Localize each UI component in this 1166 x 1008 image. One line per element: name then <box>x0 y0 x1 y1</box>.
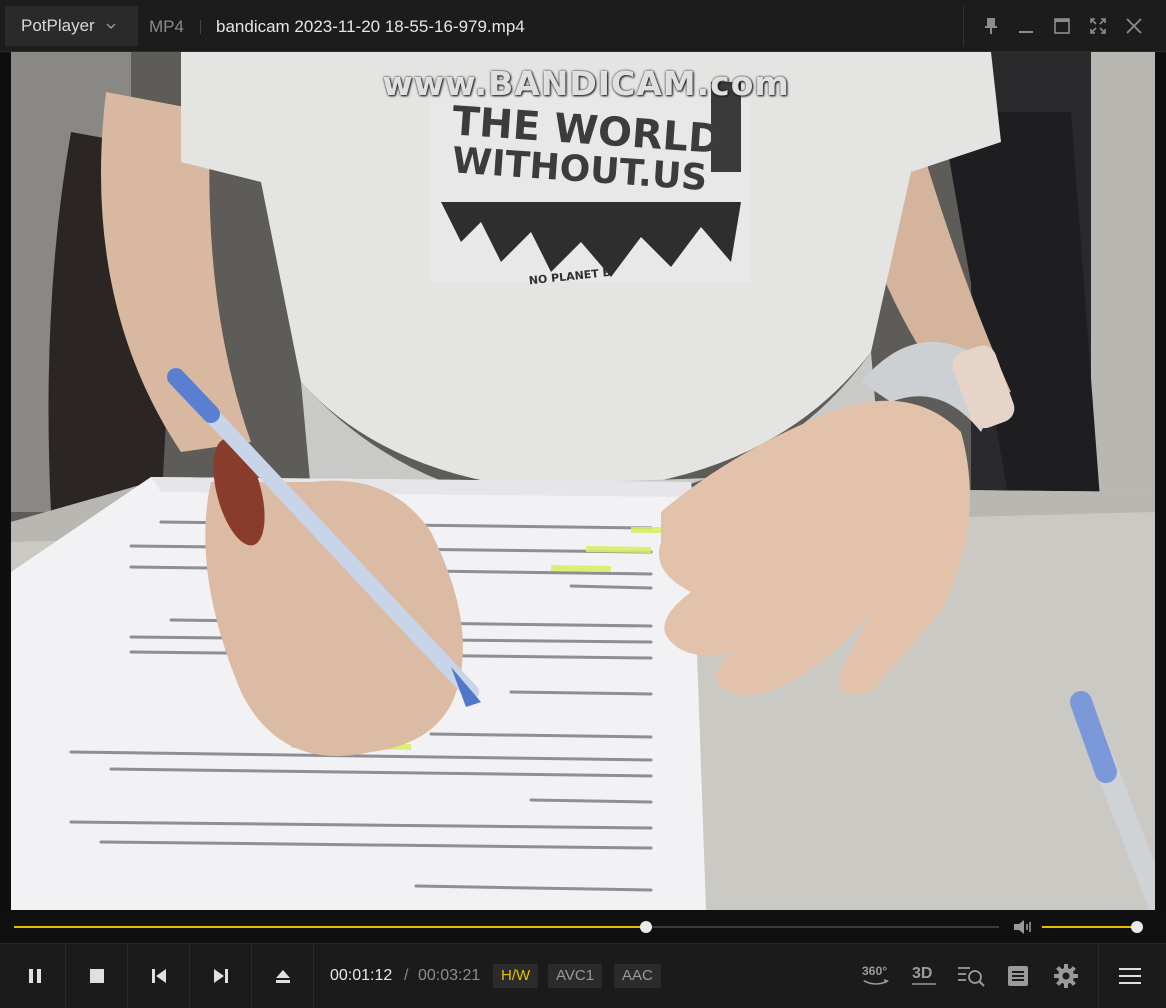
window-controls-divider <box>963 6 964 46</box>
pause-button[interactable] <box>4 944 66 1008</box>
svg-text:360°: 360° <box>862 964 887 978</box>
skip-next-icon <box>213 969 228 983</box>
fullscreen-button[interactable] <box>1084 12 1112 40</box>
previous-button[interactable] <box>128 944 190 1008</box>
stop-icon <box>89 969 104 983</box>
hw-decoder-badge[interactable]: H/W <box>493 964 539 988</box>
playlist-icon <box>1008 966 1028 986</box>
menu-divider <box>1098 944 1099 1008</box>
search-subtitle-button[interactable] <box>955 960 987 992</box>
stop-button[interactable] <box>66 944 128 1008</box>
close-button[interactable] <box>1120 12 1148 40</box>
title-divider <box>200 20 201 34</box>
close-icon <box>1126 18 1142 34</box>
stereo-3d-button[interactable]: 3D <box>908 960 940 992</box>
volume-slider[interactable] <box>1042 921 1143 933</box>
hamburger-menu-icon <box>1119 968 1141 984</box>
maximize-button[interactable] <box>1048 12 1076 40</box>
video-codec-badge[interactable]: AVC1 <box>548 964 603 988</box>
volume-icon[interactable] <box>1012 917 1036 937</box>
video-scene: THE WORLD WITHOUT.US NO PLANET B <box>11 52 1155 910</box>
minimize-button[interactable] <box>1012 12 1040 40</box>
next-button[interactable] <box>190 944 252 1008</box>
playlist-button[interactable] <box>1002 960 1034 992</box>
file-title: bandicam 2023-11-20 18-55-16-979.mp4 <box>216 17 525 36</box>
seek-handle[interactable] <box>640 921 653 933</box>
gear-icon <box>1054 964 1078 988</box>
format-label: MP4 <box>149 17 184 36</box>
main-menu-button[interactable] <box>1114 960 1146 992</box>
video-frame[interactable]: THE WORLD WITHOUT.US NO PLANET B www.BAN… <box>11 52 1155 910</box>
volume-handle[interactable] <box>1131 921 1143 933</box>
list-search-icon <box>958 967 985 987</box>
volume-level <box>1042 926 1137 928</box>
minimize-icon <box>1019 31 1033 33</box>
vr-360-button[interactable]: 360° <box>860 960 892 992</box>
title-bar: PotPlayer MP4 bandicam 2023-11-20 18-55-… <box>0 0 1166 52</box>
pin-button[interactable] <box>977 12 1005 40</box>
chevron-down-icon <box>106 23 116 29</box>
maximize-icon <box>1054 18 1070 34</box>
time-separator: / <box>404 967 409 984</box>
seek-row <box>0 910 1166 943</box>
eject-button[interactable] <box>252 944 314 1008</box>
skip-previous-icon <box>151 969 166 983</box>
seek-progress <box>14 926 647 928</box>
control-bar: 00:01:12 / 00:03:21 H/W AVC1 AAC 360° 3D <box>0 943 1166 1008</box>
vr-360-icon: 360° <box>862 964 889 985</box>
stereo-3d-icon: 3D <box>912 965 936 985</box>
pause-icon <box>28 969 41 983</box>
app-name: PotPlayer <box>21 16 95 35</box>
duration-time: 00:03:21 <box>418 967 481 984</box>
app-menu-button[interactable]: PotPlayer <box>5 6 138 46</box>
pin-icon <box>985 18 997 34</box>
watermark-text: www.BANDICAM.com <box>382 64 790 103</box>
svg-text:3D: 3D <box>912 965 932 982</box>
current-time: 00:01:12 <box>330 967 393 984</box>
settings-button[interactable] <box>1050 960 1082 992</box>
seek-bar[interactable] <box>14 921 999 933</box>
eject-icon <box>275 970 290 983</box>
fullscreen-icon <box>1090 18 1106 34</box>
audio-codec-badge[interactable]: AAC <box>614 964 661 988</box>
